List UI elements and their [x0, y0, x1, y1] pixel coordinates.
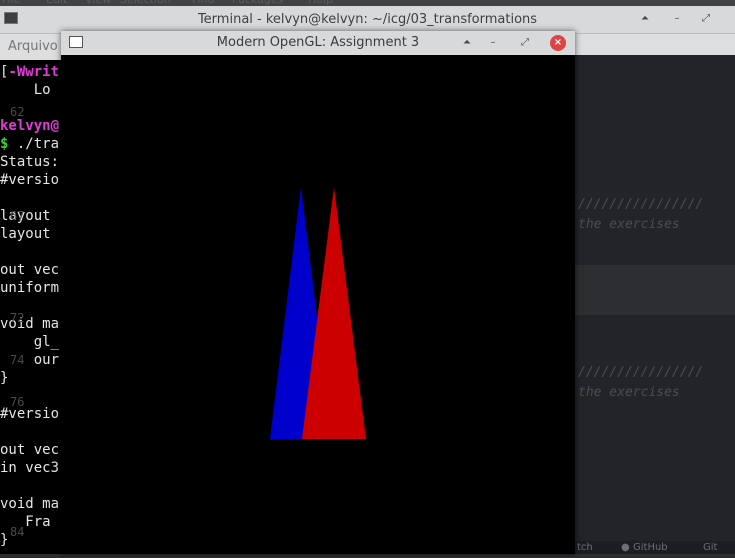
terminal-line: layout	[0, 226, 60, 242]
editor-highlight-band	[575, 265, 735, 315]
maximize-icon[interactable]: ⤢	[697, 11, 715, 27]
opengl-window: Modern OpenGL: Assignment 3 ⏶ – ⤢ ×	[61, 31, 575, 554]
menu-arquivo[interactable]: Arquivo	[8, 39, 58, 54]
shade-icon[interactable]: ⏶	[636, 11, 654, 27]
terminal-line: }	[0, 370, 9, 386]
terminal-line: }	[0, 532, 9, 548]
editor-statusbar: tch ● GitHub Git	[575, 541, 735, 554]
github-icon[interactable]: ●	[621, 542, 630, 553]
status-branch[interactable]: tch	[577, 542, 593, 553]
gutter-line-number: 76	[10, 395, 25, 409]
minimize-icon[interactable]: –	[668, 11, 686, 27]
terminal-line: Fra	[0, 514, 51, 530]
terminal-line: kelvyn@	[0, 118, 60, 134]
render-viewport	[270, 187, 366, 439]
gutter-line-number: 84	[10, 525, 25, 539]
minimize-icon[interactable]: –	[485, 35, 501, 51]
editor-comment-text: the exercises	[578, 217, 680, 232]
gutter-line-number: 62	[10, 105, 25, 119]
opengl-titlebar[interactable]: Modern OpenGL: Assignment 3 ⏶ – ⤢ ×	[61, 31, 575, 55]
terminal-line: Lo	[0, 82, 51, 98]
shade-icon[interactable]: ⏶	[459, 35, 475, 51]
terminal-line: $ ./tra	[0, 136, 60, 152]
maximize-icon[interactable]: ⤢	[517, 35, 533, 51]
terminal-line: #versio	[0, 406, 60, 422]
terminal-line: our	[0, 352, 60, 368]
terminal-line: void ma	[0, 496, 60, 512]
opengl-canvas[interactable]	[61, 55, 575, 554]
status-github[interactable]: GitHub	[633, 542, 668, 553]
terminal-line: in vec3	[0, 460, 60, 476]
editor-comment-text: the exercises	[578, 385, 680, 400]
gutter-line-number: 67	[10, 209, 25, 223]
close-icon[interactable]: ×	[550, 35, 566, 51]
terminal-line: #versio	[0, 172, 60, 188]
terminal-line: gl_	[0, 334, 60, 350]
terminal-line: out vec	[0, 442, 60, 458]
terminal-line: layout	[0, 208, 60, 224]
editor-comment-rule: ////////////////	[578, 197, 704, 212]
gutter-line-number: 74	[10, 353, 25, 367]
editor-comment-rule: ////////////////	[578, 365, 704, 380]
gutter-line-number: 72	[10, 311, 25, 325]
terminal-line: uniform	[0, 280, 60, 296]
terminal-line: Status:	[0, 154, 60, 170]
background-editor-pane: //////////////// the exercises /////////…	[575, 55, 735, 548]
status-git[interactable]: Git	[703, 542, 717, 553]
terminal-line: void ma	[0, 316, 60, 332]
terminal-title: Terminal - kelvyn@kelvyn: ~/icg/03_trans…	[197, 12, 538, 27]
terminal-line: out vec	[0, 262, 60, 278]
terminal-line: [-Wwrit	[0, 64, 60, 80]
terminal-titlebar[interactable]: Terminal - kelvyn@kelvyn: ~/icg/03_trans…	[0, 6, 735, 34]
